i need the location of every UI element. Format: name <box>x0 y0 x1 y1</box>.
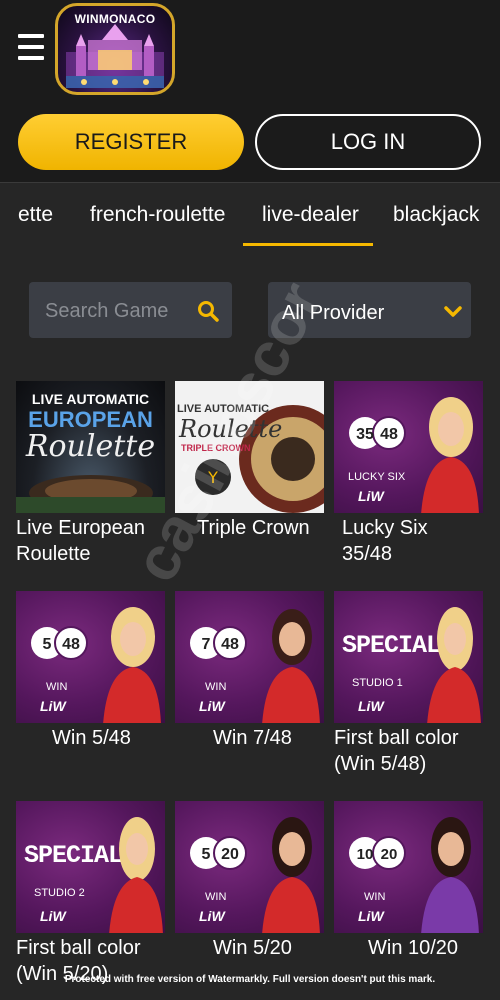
dealer-portrait <box>103 607 161 723</box>
game-thumbnail: Y LIVE AUTOMATIC Roulette TRIPLE CROWN <box>175 381 324 513</box>
liw-logo: LiW <box>40 908 66 924</box>
game-title-line-1: Live European <box>16 517 145 539</box>
badge-num-2: 20 <box>221 846 239 863</box>
search-box <box>29 282 232 338</box>
category-tabs: ette french-roulette live-dealer blackja… <box>0 182 500 247</box>
game-title: Win 5/48 <box>52 727 131 749</box>
dealer-portrait <box>421 817 479 933</box>
thumb-text-line-1: LIVE AUTOMATIC <box>31 391 150 407</box>
game-title-line-1: First ball color <box>16 937 141 959</box>
liw-logo: LiW <box>358 908 384 924</box>
liw-logo: LiW <box>358 698 384 714</box>
game-thumbnail: 5 20 WIN LiW <box>175 801 324 933</box>
badge-num-2: 48 <box>380 426 398 443</box>
game-title: Live European Roulette <box>16 515 145 567</box>
game-title: Win 10/20 <box>368 937 459 959</box>
menu-icon[interactable] <box>18 34 44 62</box>
chevron-down-icon <box>444 306 462 317</box>
badge-num-1: 35 <box>356 426 374 443</box>
badge-label: LUCKY SIX <box>348 471 406 483</box>
liw-logo: LiW <box>199 698 225 714</box>
badge-num-2: 20 <box>381 846 398 863</box>
provider-select[interactable]: All Provider <box>268 282 471 338</box>
game-thumbnail: SPECIAL STUDIO 1 LiW <box>334 591 483 723</box>
game-thumbnail: 5 48 WIN LiW <box>16 591 165 723</box>
number-badge-icon: 5 20 <box>190 836 247 870</box>
auth-bar: REGISTER LOG IN <box>0 102 500 182</box>
game-thumbnail: 7 48 WIN LiW <box>175 591 324 723</box>
game-thumbnail: LIVE AUTOMATIC EUROPEAN Roulette <box>16 381 165 513</box>
register-button[interactable]: REGISTER <box>18 114 244 170</box>
badge-num-1: 7 <box>202 636 211 653</box>
game-thumbnail: SPECIAL STUDIO 2 LiW <box>16 801 165 933</box>
badge-label: WIN <box>46 681 68 693</box>
badge-num-1: 5 <box>202 846 211 863</box>
game-title: Win 7/48 <box>213 727 292 749</box>
game-title-line-2: Roulette <box>16 543 91 565</box>
active-tab-indicator <box>243 243 373 246</box>
game-title: Triple Crown <box>197 517 310 539</box>
game-title: First ball color (Win 5/48) <box>334 725 458 777</box>
thumb-text-line-1: LIVE AUTOMATIC <box>177 403 270 415</box>
badge-label: WIN <box>205 891 227 903</box>
number-badge-icon: 10 20 <box>349 836 406 870</box>
studio-label: STUDIO 2 <box>34 887 85 899</box>
liw-logo: LiW <box>358 488 384 504</box>
badge-num-2: 48 <box>221 636 239 653</box>
login-button[interactable]: LOG IN <box>255 114 481 170</box>
badge-num-2: 48 <box>62 636 80 653</box>
dealer-portrait <box>427 607 481 723</box>
game-title-line-2: (Win 5/48) <box>334 753 427 775</box>
studio-label: STUDIO 1 <box>352 677 403 689</box>
game-title-line-1: First ball color <box>334 727 459 749</box>
tab-live-dealer[interactable]: live-dealer <box>262 203 359 227</box>
dealer-portrait <box>109 817 163 933</box>
winmonaco-logo[interactable]: WINMONACO <box>55 3 175 95</box>
dealer-portrait <box>421 397 479 513</box>
thumb-text-line-3: Roulette <box>25 429 156 464</box>
game-thumbnail: 35 48 LUCKY SIX LiW <box>334 381 483 513</box>
logo-text: WINMONACO <box>74 12 156 26</box>
liw-logo: LiW <box>40 698 66 714</box>
search-input[interactable] <box>43 296 197 326</box>
thumb-text-line-2: Roulette <box>179 415 283 443</box>
search-icon[interactable] <box>197 300 219 322</box>
game-title: Win 5/20 <box>213 937 292 959</box>
dealer-portrait <box>262 817 320 933</box>
badge-num-1: 10 <box>357 846 374 863</box>
number-badge-icon: 7 48 <box>190 626 247 660</box>
watermark-notice: Protected with free version of Watermark… <box>64 974 436 985</box>
badge-label: WIN <box>205 681 227 693</box>
top-header: WINMONACO <box>0 0 500 102</box>
thumb-text-line-3: TRIPLE CROWN <box>181 443 251 453</box>
liw-logo: LiW <box>199 908 225 924</box>
game-thumbnail: 10 20 WIN LiW <box>334 801 483 933</box>
provider-selected-value: All Provider <box>282 302 385 324</box>
tab-roulette-partial[interactable]: ette <box>18 203 53 227</box>
tab-blackjack[interactable]: blackjack <box>393 203 479 227</box>
badge-num-1: 5 <box>43 636 52 653</box>
number-badge-icon: 35 48 <box>349 416 406 450</box>
svg-text:Y: Y <box>207 468 218 487</box>
tab-french-roulette[interactable]: french-roulette <box>90 203 225 227</box>
badge-label: WIN <box>364 891 386 903</box>
dealer-portrait <box>262 609 320 723</box>
number-badge-icon: 5 48 <box>31 626 88 660</box>
game-title: Lucky Six 35/48 <box>342 517 428 565</box>
